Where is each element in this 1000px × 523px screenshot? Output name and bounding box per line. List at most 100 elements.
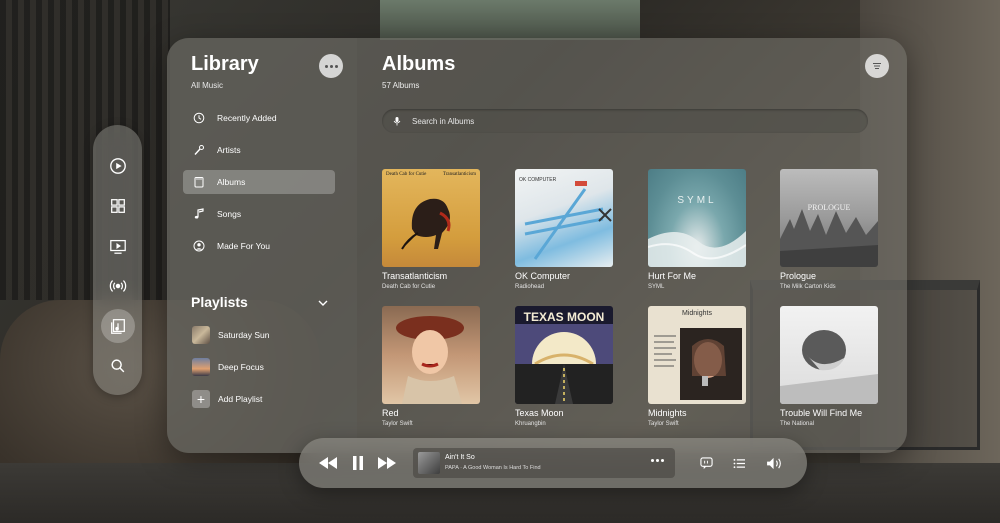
library-icon[interactable] [100, 309, 135, 343]
album-cover: OK COMPUTER [515, 169, 613, 267]
album-tile[interactable]: Red Taylor Swift [382, 306, 480, 427]
playlist-label: Deep Focus [218, 362, 264, 372]
album-title: Transatlanticism [382, 271, 448, 281]
dot [334, 64, 338, 68]
album-cover: Midnights [648, 306, 746, 404]
dot [661, 459, 664, 462]
plus-icon: + [192, 390, 210, 408]
album-cover [780, 306, 878, 404]
sidebar-item-label: Songs [217, 209, 242, 219]
cover-text: Death Cab for Cutie [386, 172, 427, 177]
sidebar-item-songs[interactable]: Songs [183, 202, 335, 226]
broadcast-icon[interactable] [101, 269, 135, 303]
pause-button[interactable] [351, 453, 365, 473]
dot [651, 459, 654, 462]
play-circle-icon[interactable] [101, 149, 135, 183]
album-cover: Death Cab for Cutie Transatlanticism [382, 169, 480, 267]
album-title: Hurt For Me [648, 271, 697, 281]
add-playlist-button[interactable]: + Add Playlist [192, 389, 262, 409]
sidebar-item-artists[interactable]: Artists [183, 138, 335, 162]
volume-button[interactable] [765, 453, 783, 473]
album-artist: Khruangbin [515, 421, 546, 427]
lyrics-icon [699, 456, 713, 469]
forest-artwork [780, 209, 878, 267]
queue-list-icon [733, 458, 745, 468]
chevron-down-icon[interactable] [317, 297, 329, 309]
album-cover: PROLOGUE [780, 169, 878, 267]
grid-icon[interactable] [101, 189, 135, 223]
now-playing[interactable]: Ain't It So PAPA · A Good Woman Is Hard … [413, 448, 675, 478]
cover-text: SYML [677, 195, 717, 206]
playlists-heading: Playlists [191, 294, 248, 310]
playlist-label: Saturday Sun [218, 330, 270, 340]
cover-text: Midnights [682, 310, 712, 317]
album-cover [382, 306, 480, 404]
bird-artwork [401, 198, 451, 250]
album-cover: TEXAS MOON [515, 306, 613, 404]
album-title: OK Computer [515, 271, 571, 281]
sidebar-item-label: Albums [217, 177, 246, 187]
more-options-button[interactable] [319, 54, 343, 78]
sidebar-item-label: Made For You [217, 241, 270, 251]
pause-icon [353, 456, 363, 470]
album-artist: Death Cab for Cutie [382, 284, 436, 290]
sidebar: Library All Music Recently Added Artists… [167, 38, 357, 453]
rewind-button[interactable] [318, 453, 338, 473]
wall-slats [0, 0, 170, 300]
album-tile[interactable]: OK COMPUTER OK Computer Radiohead [515, 169, 613, 290]
album-artist: SYML [648, 284, 665, 290]
queue-button[interactable] [732, 453, 746, 473]
sort-filter-button[interactable] [865, 54, 889, 78]
rewind-icon [319, 457, 337, 469]
list-filter-icon [873, 62, 881, 70]
album-title: Red [382, 408, 399, 418]
cover-text: OK COMPUTER [519, 177, 557, 183]
album-tile[interactable]: Trouble Will Find Me The National [780, 306, 878, 427]
music-note-icon [194, 208, 204, 219]
microphone-icon [194, 145, 204, 155]
fast-forward-button[interactable] [377, 453, 397, 473]
more-icon[interactable] [650, 459, 665, 462]
album-tile[interactable]: Midnights Midnights Taylor Swift [648, 306, 746, 427]
highway-artwork [524, 181, 612, 260]
lighter-portrait-artwork [654, 328, 742, 400]
search-input[interactable] [412, 116, 832, 126]
album-cover: SYML [648, 169, 746, 267]
library-subtitle: All Music [191, 81, 224, 90]
face-artwork [780, 330, 878, 404]
playback-bar: Ain't It So PAPA · A Good Woman Is Hard … [299, 438, 807, 488]
tv-icon[interactable] [101, 229, 135, 263]
playlist-artwork [192, 326, 210, 344]
album-count: 57 Albums [382, 81, 420, 90]
library-title: Library [191, 53, 259, 75]
sidebar-item-made-for-you[interactable]: Made For You [183, 234, 335, 258]
clock-icon [193, 112, 205, 124]
microphone-icon[interactable] [392, 116, 402, 126]
dot [324, 64, 328, 68]
cover-text: PROLOGUE [807, 203, 851, 212]
album-tile[interactable]: Death Cab for Cutie Transatlanticism Tra… [382, 169, 480, 290]
album-artist: Radiohead [515, 284, 545, 290]
track-subtitle: PAPA · A Good Woman Is Hard To Find [445, 465, 541, 471]
album-tile[interactable]: TEXAS MOON Texas Moon Khruangbin [515, 306, 613, 427]
dot [656, 459, 659, 462]
sidebar-item-recently-added[interactable]: Recently Added [183, 106, 335, 130]
album-tile[interactable]: PROLOGUE Prologue The Milk Carton Kids [780, 169, 878, 290]
portrait-artwork [396, 316, 464, 404]
window-view [380, 0, 640, 40]
coastline-artwork [648, 231, 746, 267]
playlist-saturday-sun[interactable]: Saturday Sun [192, 325, 270, 345]
search-icon[interactable] [101, 349, 135, 383]
album-tile[interactable]: SYML Hurt For Me SYML [648, 169, 746, 290]
album-title: Texas Moon [515, 408, 564, 418]
person-icon [193, 240, 205, 252]
now-playing-artwork [418, 452, 440, 474]
lyrics-button[interactable] [699, 453, 713, 473]
album-artist: The National [780, 421, 815, 427]
search-bar[interactable] [382, 109, 868, 133]
tab-rail [93, 125, 142, 395]
music-window: Library All Music Recently Added Artists… [167, 38, 907, 453]
album-title: Midnights [648, 408, 687, 418]
playlist-deep-focus[interactable]: Deep Focus [192, 357, 264, 377]
sidebar-item-albums[interactable]: Albums [183, 170, 335, 194]
